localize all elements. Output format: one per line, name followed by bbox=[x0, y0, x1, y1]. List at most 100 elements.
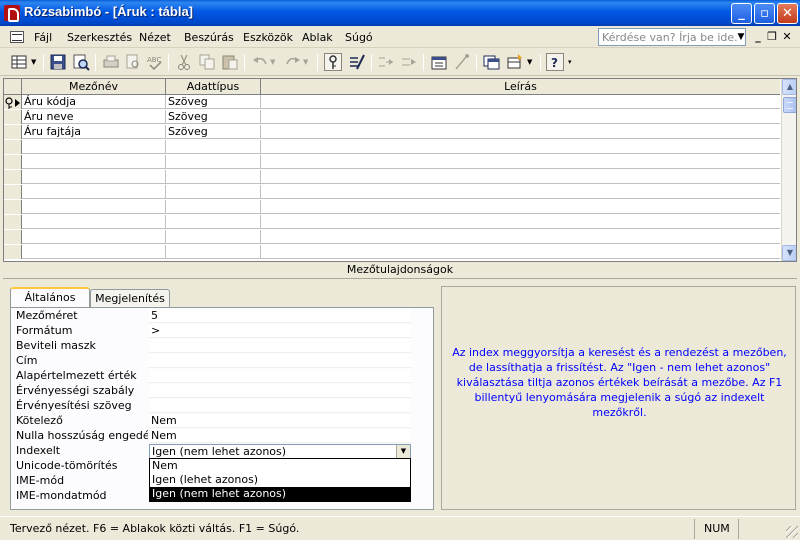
field-name-cell[interactable]: Áru neve bbox=[22, 110, 166, 124]
spelling-icon[interactable]: ABC bbox=[146, 53, 164, 71]
table-row[interactable] bbox=[4, 215, 780, 229]
table-row[interactable] bbox=[4, 170, 780, 184]
search-icon[interactable] bbox=[72, 53, 90, 71]
field-name-cell[interactable]: Áru kódja bbox=[22, 95, 166, 109]
table-row[interactable] bbox=[4, 230, 780, 244]
table-row[interactable]: Áru kódja Szöveg bbox=[4, 95, 780, 109]
table-row[interactable] bbox=[4, 245, 780, 259]
header-description[interactable]: Leírás bbox=[261, 79, 780, 95]
caption-value[interactable] bbox=[149, 354, 411, 368]
validation-rule-value[interactable] bbox=[149, 384, 411, 398]
indexed-combobox[interactable]: Igen (nem lehet azonos) ▼ bbox=[149, 444, 411, 459]
menu-szerkesztes[interactable]: Szerkesztés bbox=[67, 31, 132, 44]
field-name-cell[interactable]: Áru fajtája bbox=[22, 125, 166, 139]
help-dropdown-arrow[interactable]: ▼ bbox=[736, 29, 746, 45]
validation-text-value[interactable] bbox=[149, 399, 411, 413]
paste-icon[interactable] bbox=[221, 53, 239, 71]
help-icon[interactable]: ? bbox=[546, 53, 564, 71]
input-mask-value[interactable] bbox=[149, 339, 411, 353]
tab-lookup[interactable]: Megjelenítés bbox=[90, 289, 170, 309]
field-size-value[interactable]: 5 bbox=[149, 309, 411, 323]
data-type-cell[interactable]: Szöveg bbox=[166, 95, 261, 109]
data-type-cell[interactable]: Szöveg bbox=[166, 125, 261, 139]
scroll-thumb[interactable] bbox=[783, 97, 796, 113]
help-question-input[interactable]: Kérdése van? Írja be ide. bbox=[598, 28, 746, 46]
field-properties-title: Mezőtulajdonságok bbox=[346, 263, 454, 276]
property-label: Indexelt bbox=[16, 444, 61, 457]
build-icon[interactable] bbox=[453, 53, 471, 71]
primary-key-icon[interactable] bbox=[324, 53, 342, 71]
close-button[interactable]: ✕ bbox=[777, 3, 798, 24]
property-label: IME-mód bbox=[16, 474, 65, 487]
redo-icon[interactable] bbox=[284, 53, 302, 71]
menu-beszuras[interactable]: Beszúrás bbox=[184, 31, 234, 44]
undo-icon[interactable] bbox=[251, 53, 269, 71]
menu-eszkozok[interactable]: Eszközök bbox=[243, 31, 293, 44]
child-close-button[interactable]: ✕ bbox=[781, 30, 793, 43]
scroll-up-button[interactable]: ▲ bbox=[782, 79, 796, 95]
menu-ablak[interactable]: Ablak bbox=[302, 31, 333, 44]
view-icon[interactable] bbox=[10, 53, 28, 71]
allow-zero-length-value[interactable]: Nem bbox=[149, 429, 411, 443]
minimize-button[interactable]: _ bbox=[731, 3, 752, 24]
dropdown-option-selected[interactable]: Igen (nem lehet azonos) bbox=[150, 487, 410, 501]
description-cell[interactable] bbox=[261, 125, 780, 139]
copy-icon[interactable] bbox=[198, 53, 216, 71]
undo-dropdown-arrow[interactable]: ▼ bbox=[270, 58, 275, 66]
table-window-icon[interactable] bbox=[10, 31, 24, 43]
property-help-panel: Az index meggyorsítja a keresést és a re… bbox=[441, 286, 796, 510]
table-row[interactable]: Áru neve Szöveg bbox=[4, 110, 780, 124]
child-restore-button[interactable]: ❐ bbox=[766, 30, 778, 43]
database-window-icon[interactable] bbox=[482, 53, 500, 71]
table-row[interactable] bbox=[4, 140, 780, 154]
table-row[interactable]: Áru fajtája Szöveg bbox=[4, 125, 780, 139]
indexes-icon[interactable] bbox=[348, 53, 366, 71]
chevron-down-icon[interactable]: ▼ bbox=[396, 445, 410, 458]
required-value[interactable]: Nem bbox=[149, 414, 411, 428]
property-label: Unicode-tömörítés bbox=[16, 459, 118, 472]
delete-rows-icon[interactable] bbox=[400, 53, 418, 71]
indexed-dropdown-list[interactable]: Nem Igen (lehet azonos) Igen (nem lehet … bbox=[149, 458, 411, 502]
new-object-icon[interactable] bbox=[506, 53, 524, 71]
access-app-icon[interactable] bbox=[4, 5, 20, 22]
grid-vertical-scrollbar[interactable]: ▲ ▼ bbox=[781, 79, 796, 261]
row-selector[interactable] bbox=[4, 95, 22, 109]
child-minimize-button[interactable]: _ bbox=[752, 30, 764, 43]
dropdown-option[interactable]: Nem bbox=[150, 459, 410, 473]
table-row[interactable] bbox=[4, 185, 780, 199]
row-selector[interactable] bbox=[4, 110, 22, 124]
data-type-cell[interactable]: Szöveg bbox=[166, 110, 261, 124]
property-label: Formátum bbox=[16, 324, 73, 337]
indexed-selected-value: Igen (nem lehet azonos) bbox=[152, 445, 287, 458]
menu-fajl[interactable]: Fájl bbox=[34, 31, 52, 44]
description-cell[interactable] bbox=[261, 95, 780, 109]
cut-icon[interactable] bbox=[175, 53, 193, 71]
property-label: Cím bbox=[16, 354, 38, 367]
save-icon[interactable] bbox=[49, 53, 67, 71]
print-preview-icon[interactable] bbox=[124, 53, 142, 71]
restore-button[interactable]: ▫ bbox=[754, 3, 775, 24]
table-row[interactable] bbox=[4, 155, 780, 169]
default-value-value[interactable] bbox=[149, 369, 411, 383]
menu-sugo[interactable]: Súgó bbox=[345, 31, 373, 44]
print-icon[interactable] bbox=[102, 53, 120, 71]
tab-general[interactable]: Általános bbox=[10, 287, 90, 309]
table-row[interactable] bbox=[4, 200, 780, 214]
properties-icon[interactable] bbox=[430, 53, 448, 71]
scroll-down-button[interactable]: ▼ bbox=[782, 245, 796, 261]
menu-nezet[interactable]: Nézet bbox=[139, 31, 171, 44]
redo-dropdown-arrow[interactable]: ▼ bbox=[303, 58, 308, 66]
row-selector[interactable] bbox=[4, 125, 22, 139]
description-cell[interactable] bbox=[261, 110, 780, 124]
property-label: IME-mondatmód bbox=[16, 489, 107, 502]
status-bar: Tervező nézet. F6 = Ablakok közti váltás… bbox=[0, 516, 800, 540]
resize-grip[interactable] bbox=[786, 526, 798, 538]
insert-rows-icon[interactable] bbox=[377, 53, 395, 71]
new-object-dropdown-arrow[interactable]: ▼ bbox=[527, 58, 532, 66]
dropdown-option[interactable]: Igen (lehet azonos) bbox=[150, 473, 410, 487]
help-dropdown-arrow-toolbar[interactable]: ▾ bbox=[568, 58, 572, 66]
header-field-name[interactable]: Mezőnév bbox=[22, 79, 166, 95]
header-data-type[interactable]: Adattípus bbox=[166, 79, 261, 95]
view-dropdown-arrow[interactable]: ▼ bbox=[31, 58, 36, 66]
format-value[interactable]: > bbox=[149, 324, 411, 338]
